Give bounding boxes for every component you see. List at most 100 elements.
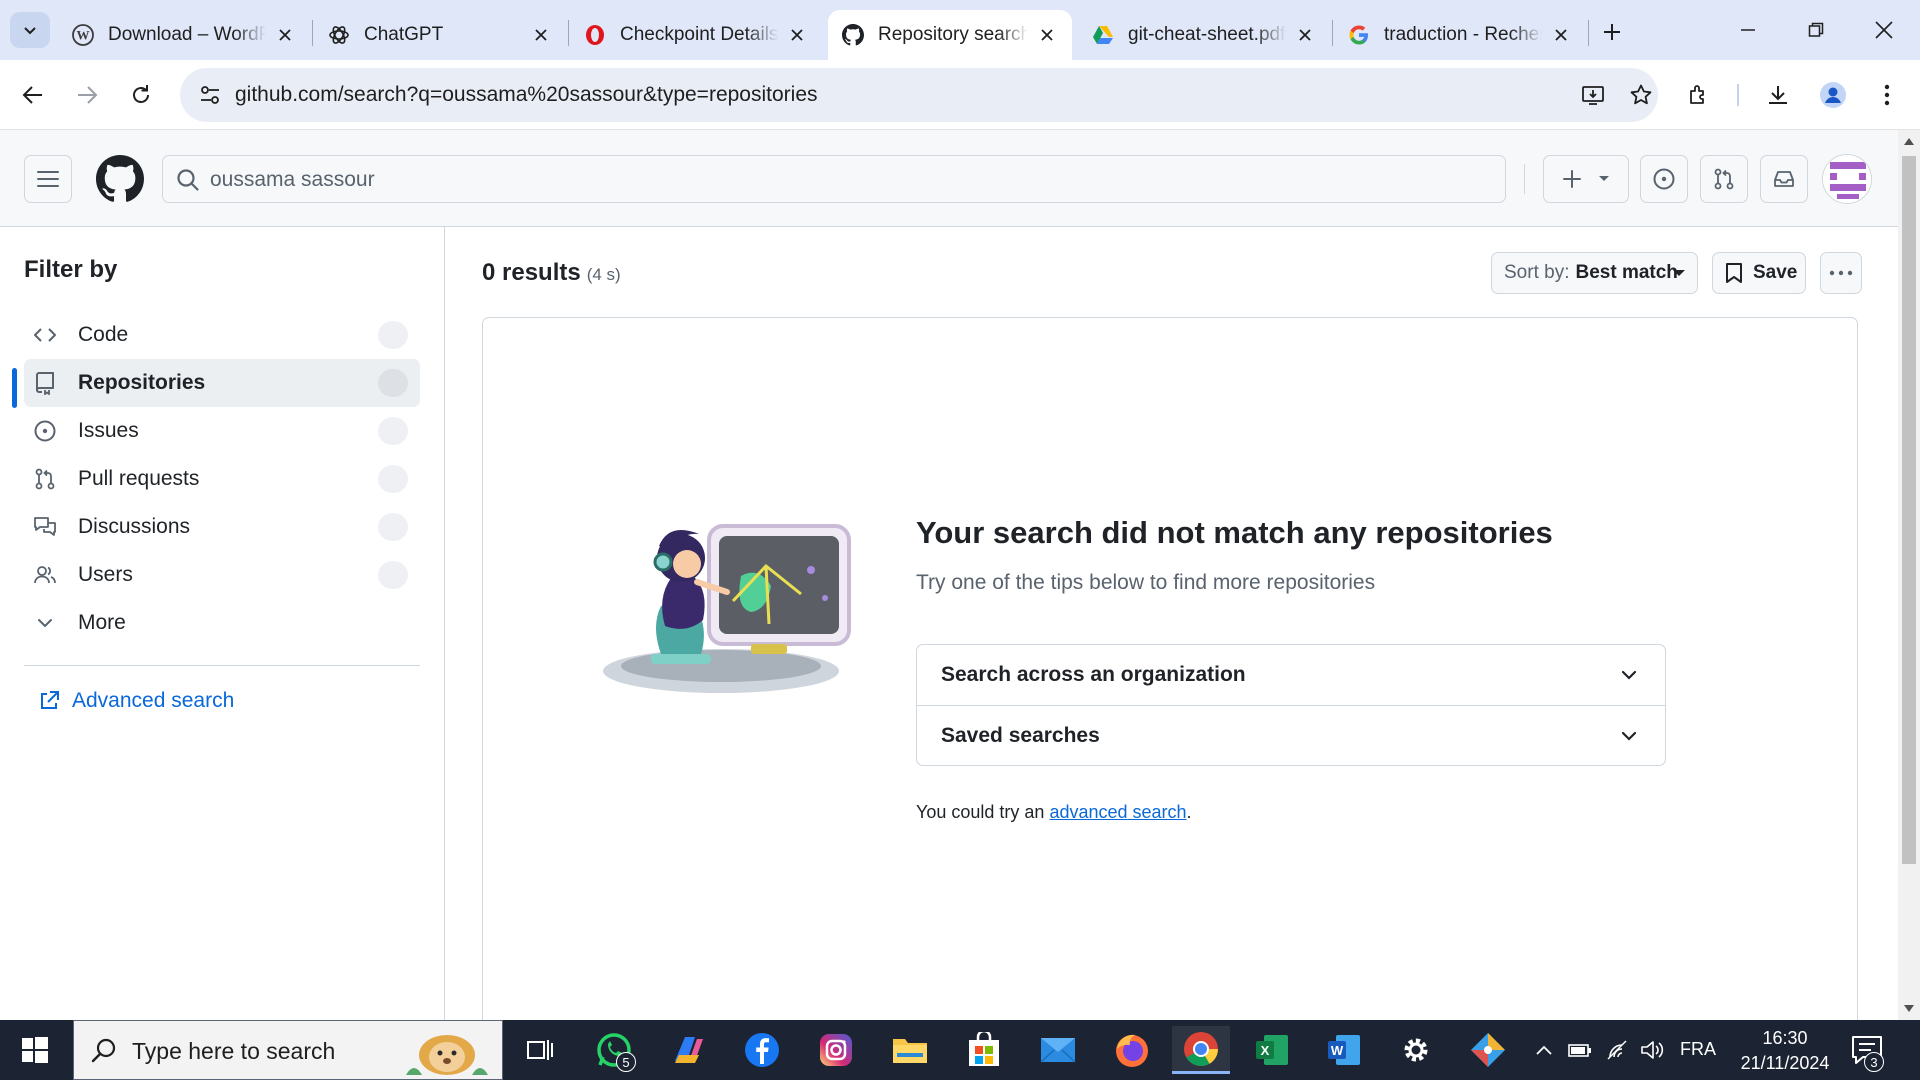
github-logo-icon[interactable] bbox=[96, 155, 144, 203]
tab-traduction[interactable]: traduction - Recherche Google bbox=[1334, 10, 1586, 60]
close-icon[interactable] bbox=[1036, 24, 1058, 46]
filter-item-users[interactable]: Users bbox=[24, 551, 420, 599]
count-badge bbox=[378, 321, 408, 349]
downloads-icon[interactable] bbox=[1759, 76, 1797, 114]
profile-icon[interactable] bbox=[1814, 76, 1852, 114]
github-header: oussama sassour bbox=[0, 130, 1898, 227]
advanced-search-inline-link[interactable]: advanced search bbox=[1049, 802, 1186, 822]
instagram-taskbar-button[interactable] bbox=[810, 1026, 862, 1074]
advanced-search-link[interactable]: Advanced search bbox=[38, 689, 234, 713]
browser-toolbar: github.com/search?q=oussama%20sassour&ty… bbox=[0, 60, 1920, 130]
footer-suffix: . bbox=[1186, 802, 1192, 822]
page-scrollbar[interactable] bbox=[1898, 130, 1920, 1020]
tab-chatgpt[interactable]: ChatGPT bbox=[314, 10, 566, 60]
word-taskbar-button[interactable]: W bbox=[1318, 1026, 1370, 1074]
firefox-taskbar-button[interactable] bbox=[1106, 1026, 1158, 1074]
back-button[interactable] bbox=[14, 76, 52, 114]
close-icon[interactable] bbox=[1550, 24, 1572, 46]
tab-checkpoint[interactable]: Checkpoint Details bbox=[570, 10, 822, 60]
filter-item-pull-requests[interactable]: Pull requests bbox=[24, 455, 420, 503]
svg-text:W: W bbox=[1331, 1043, 1344, 1058]
start-button[interactable] bbox=[0, 1020, 70, 1080]
minimize-icon bbox=[1741, 29, 1755, 31]
bookmark-star-icon[interactable] bbox=[1623, 77, 1659, 113]
forward-button[interactable] bbox=[68, 76, 106, 114]
settings-taskbar-button[interactable] bbox=[1390, 1026, 1442, 1074]
extensions-icon[interactable] bbox=[1680, 76, 1718, 114]
copilot-taskbar-button[interactable] bbox=[662, 1026, 714, 1074]
battery-icon[interactable] bbox=[1568, 1038, 1592, 1062]
new-tab-button[interactable] bbox=[1594, 14, 1630, 50]
github-search-input[interactable]: oussama sassour bbox=[162, 155, 1506, 203]
notification-count-badge: 3 bbox=[1864, 1052, 1884, 1072]
create-new-button[interactable] bbox=[1543, 155, 1629, 203]
user-avatar[interactable] bbox=[1822, 154, 1872, 204]
sort-dropdown[interactable]: Sort by: Best match bbox=[1491, 252, 1698, 294]
sort-value: Best match bbox=[1575, 262, 1678, 283]
count-badge bbox=[378, 513, 408, 541]
wifi-icon[interactable] bbox=[1606, 1038, 1630, 1062]
folder-icon bbox=[893, 1039, 927, 1063]
chevron-down-icon bbox=[24, 27, 36, 35]
wordpress-icon: W bbox=[72, 24, 94, 46]
svg-text:X: X bbox=[1261, 1043, 1270, 1058]
excel-taskbar-button[interactable]: X bbox=[1246, 1026, 1298, 1074]
chrome-taskbar-button[interactable] bbox=[1172, 1026, 1230, 1074]
taskbar-search-box[interactable]: Type here to search bbox=[73, 1020, 503, 1080]
facebook-taskbar-button[interactable] bbox=[736, 1026, 788, 1074]
issues-button[interactable] bbox=[1640, 155, 1688, 203]
filter-sidebar: Filter by Code Repositories Issues Pull … bbox=[0, 227, 445, 1020]
file-explorer-taskbar-button[interactable] bbox=[884, 1026, 936, 1074]
tab-git-cheat-sheet[interactable]: git-cheat-sheet.pdf bbox=[1078, 10, 1330, 60]
minimize-button[interactable] bbox=[1714, 0, 1782, 60]
tab-divider bbox=[312, 20, 313, 46]
filter-item-label: Repositories bbox=[78, 371, 206, 394]
scroll-up-arrow-icon[interactable] bbox=[1904, 138, 1914, 145]
scroll-thumb[interactable] bbox=[1902, 156, 1916, 864]
tab-wordpress[interactable]: W Download – WordPress bbox=[58, 10, 310, 60]
window-close-button[interactable] bbox=[1850, 0, 1918, 60]
address-bar[interactable]: github.com/search?q=oussama%20sassour&ty… bbox=[180, 68, 1658, 122]
filter-item-code[interactable]: Code bbox=[24, 311, 420, 359]
accordion-search-organization[interactable]: Search across an organization bbox=[917, 645, 1665, 705]
snipping-tool-taskbar-button[interactable] bbox=[1462, 1026, 1514, 1074]
accordion-saved-searches[interactable]: Saved searches bbox=[917, 705, 1665, 765]
site-info-icon[interactable] bbox=[192, 77, 228, 113]
volume-icon[interactable] bbox=[1640, 1038, 1664, 1062]
inbox-button[interactable] bbox=[1760, 155, 1808, 203]
filter-item-more[interactable]: More bbox=[24, 599, 420, 647]
whatsapp-taskbar-button[interactable]: 5 bbox=[588, 1026, 640, 1074]
issue-icon bbox=[1653, 168, 1675, 190]
close-icon[interactable] bbox=[786, 24, 808, 46]
close-icon[interactable] bbox=[1294, 24, 1316, 46]
microsoft-store-taskbar-button[interactable] bbox=[958, 1026, 1010, 1074]
task-view-button[interactable] bbox=[514, 1026, 566, 1074]
install-app-icon[interactable] bbox=[1575, 77, 1611, 113]
input-language[interactable]: FRA bbox=[1680, 1039, 1716, 1060]
filter-item-issues[interactable]: Issues bbox=[24, 407, 420, 455]
chevron-down-icon bbox=[1621, 731, 1637, 741]
openai-icon bbox=[328, 24, 350, 46]
filter-item-discussions[interactable]: Discussions bbox=[24, 503, 420, 551]
show-hidden-icons-button[interactable] bbox=[1532, 1038, 1556, 1062]
more-options-button[interactable] bbox=[1820, 252, 1862, 294]
save-search-button[interactable]: Save bbox=[1712, 252, 1806, 294]
pull-requests-button[interactable] bbox=[1700, 155, 1748, 203]
hamburger-menu-button[interactable] bbox=[24, 155, 72, 203]
system-clock[interactable]: 16:30 21/11/2024 bbox=[1740, 1026, 1830, 1076]
reload-button[interactable] bbox=[122, 76, 160, 114]
mail-taskbar-button[interactable] bbox=[1032, 1026, 1084, 1074]
windows-logo-icon bbox=[22, 1037, 48, 1063]
tab-search-button[interactable] bbox=[10, 12, 50, 48]
count-badge bbox=[378, 417, 408, 445]
scroll-down-arrow-icon[interactable] bbox=[1904, 1005, 1914, 1012]
tab-repository-search[interactable]: Repository search results bbox=[828, 10, 1072, 60]
copilot-icon bbox=[675, 1037, 703, 1063]
filter-item-repositories[interactable]: Repositories bbox=[24, 359, 420, 407]
repo-icon bbox=[32, 370, 58, 396]
close-icon[interactable] bbox=[274, 24, 296, 46]
close-icon[interactable] bbox=[530, 24, 552, 46]
kebab-menu-icon[interactable] bbox=[1868, 76, 1906, 114]
restore-button[interactable] bbox=[1782, 0, 1850, 60]
kebab-horizontal-icon bbox=[1829, 270, 1853, 276]
